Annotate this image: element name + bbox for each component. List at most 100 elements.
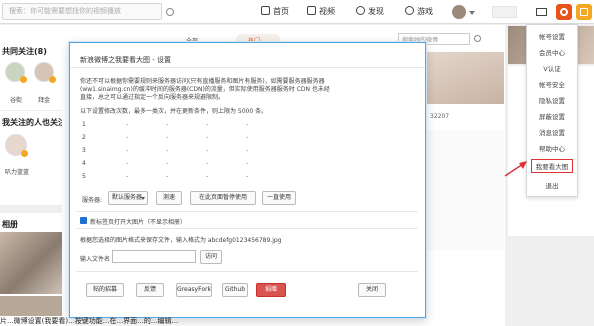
row-cell: - (206, 160, 209, 167)
feed-card-bottom (426, 130, 504, 250)
always-use-button[interactable]: 一直使用 (262, 191, 296, 205)
menu-item-view-large-image[interactable]: 我要看大图 (531, 159, 573, 173)
nav-video-label: 视频 (319, 7, 335, 16)
row-cell: - (166, 173, 169, 180)
user-avatar-icon[interactable] (452, 5, 466, 19)
divider (76, 228, 418, 229)
row-cell: - (166, 147, 169, 154)
divider (0, 205, 62, 213)
menu-item-block[interactable]: 屏蔽设置 (527, 110, 577, 124)
footer-recruit-button[interactable]: 帖的招募 (86, 283, 124, 297)
divider (0, 110, 62, 111)
filename-description: 根据您选择的图片格式来保存文件，输入格式为 abcdefg0123456789.… (80, 237, 282, 244)
footer-github-button[interactable]: Github (222, 283, 248, 297)
row-cell: - (126, 134, 129, 141)
common-follow-title: 共同关注(8) (2, 47, 47, 56)
verified-badge-icon (21, 150, 28, 157)
album-title: 相册 (2, 220, 18, 229)
menu-item-message[interactable]: 消息设置 (527, 126, 577, 140)
menu-item-account-security[interactable]: 帐号安全 (527, 78, 577, 92)
page-caption: 片...微博设置(我要看)...按键功能...在...界面...的...编辑..… (0, 317, 179, 325)
username-box[interactable] (492, 6, 517, 18)
user-name[interactable]: 谷街 (2, 95, 30, 104)
user-name[interactable]: 叭力蓝蓝 (2, 167, 32, 176)
filename-input[interactable] (112, 250, 196, 263)
home-icon (261, 6, 270, 15)
row-number: 4 (82, 160, 86, 167)
menu-item-vip-center[interactable]: 会员中心 (527, 46, 577, 60)
menu-item-help[interactable]: 帮助中心 (527, 142, 577, 156)
menu-item-privacy[interactable]: 隐私设置 (527, 94, 577, 108)
row-number: 5 (82, 173, 86, 180)
menu-item-v-verify[interactable]: V认证 (527, 62, 577, 76)
row-cell: - (246, 160, 249, 167)
album-photo[interactable] (0, 296, 62, 316)
search-icon[interactable] (166, 8, 174, 16)
nav-video[interactable]: 视频 (307, 4, 335, 20)
divider (76, 211, 418, 212)
verified-badge-icon (49, 76, 56, 83)
row-cell: - (246, 134, 249, 141)
open-new-tab-checkbox[interactable] (80, 217, 87, 224)
verified-badge-icon (20, 76, 27, 83)
row-cell: - (126, 147, 129, 154)
video-icon (307, 6, 316, 15)
search-icon[interactable] (474, 35, 481, 42)
nav-home[interactable]: 首页 (261, 4, 289, 20)
row-cell: - (246, 147, 249, 154)
divider (70, 67, 425, 68)
open-new-tab-checkbox-label: 新标签页打开大图片（不显示相册） (90, 219, 187, 226)
row-cell: - (246, 121, 249, 128)
server-select-value: 默认服务器 (112, 194, 143, 201)
row-cell: - (166, 160, 169, 167)
row-cell: - (166, 121, 169, 128)
row-cell: - (126, 121, 129, 128)
row-cell: - (166, 134, 169, 141)
chevron-down-icon (141, 197, 145, 200)
footer-donate-button[interactable]: 捐赠 (256, 283, 286, 297)
row-number: 2 (82, 134, 86, 141)
row-cell: - (206, 134, 209, 141)
user-name[interactable]: 拜金 (30, 95, 58, 104)
game-icon (405, 6, 414, 15)
settings-gear-icon[interactable] (556, 4, 572, 20)
dialog-hint: 以下设置修改次数，最多一类次，并在更新条件，则上限为 5000 条。 (80, 108, 268, 115)
row-cell: - (206, 121, 209, 128)
feed-stat: 32207 (430, 113, 450, 120)
menu-item-account-settings[interactable]: 帐号设置 (527, 30, 577, 44)
row-cell: - (246, 173, 249, 180)
footer-feedback-button[interactable]: 反馈 (136, 283, 164, 297)
divider (76, 271, 418, 272)
search-input[interactable]: 搜索：你可能需要想找你的视频播放 (2, 3, 162, 20)
menu-item-logout[interactable]: 退出 (527, 179, 577, 193)
row-cell: - (206, 173, 209, 180)
row-number: 1 (82, 121, 86, 128)
nav-discover[interactable]: 发现 (356, 4, 384, 20)
dropdown-arrow-icon[interactable] (469, 11, 475, 15)
also-follow-title: 我关注的人也关注她 (2, 118, 62, 127)
filename-visit-button[interactable]: 访问 (200, 250, 222, 264)
compose-icon[interactable] (576, 4, 592, 20)
footer-greasyfork-button[interactable]: GreasyFork (176, 283, 212, 297)
row-number: 3 (82, 147, 86, 154)
feed-image[interactable] (426, 52, 504, 104)
pointer-arrow-icon (504, 161, 527, 177)
pause-on-page-button[interactable]: 在此页面暂停使用 (190, 191, 256, 205)
nav-discover-label: 发现 (368, 7, 384, 16)
row-cell: - (206, 147, 209, 154)
row-cell: - (126, 160, 129, 167)
album-photo[interactable] (0, 232, 62, 294)
filename-label: 输入文件名 (80, 256, 111, 263)
row-cell: - (126, 173, 129, 180)
server-label: 服务器: (82, 197, 103, 204)
mail-icon[interactable] (534, 4, 550, 20)
nav-game[interactable]: 游戏 (405, 4, 433, 20)
nav-game-label: 游戏 (417, 7, 433, 16)
speed-test-button[interactable]: 测速 (156, 191, 182, 205)
discover-icon (356, 6, 365, 15)
settings-dropdown-menu: 帐号设置 会员中心 V认证 帐号安全 隐私设置 屏蔽设置 消息设置 帮助中心 我… (526, 24, 578, 197)
dialog-title: 新浪微博之我要看大图 - 设置 (80, 56, 171, 64)
dialog-close-button[interactable]: 关闭 (358, 283, 386, 297)
nav-home-label: 首页 (273, 7, 289, 16)
dialog-intro-line: 直接，总之可以通过指定一个反向服务器来规避限制。 (80, 94, 225, 101)
